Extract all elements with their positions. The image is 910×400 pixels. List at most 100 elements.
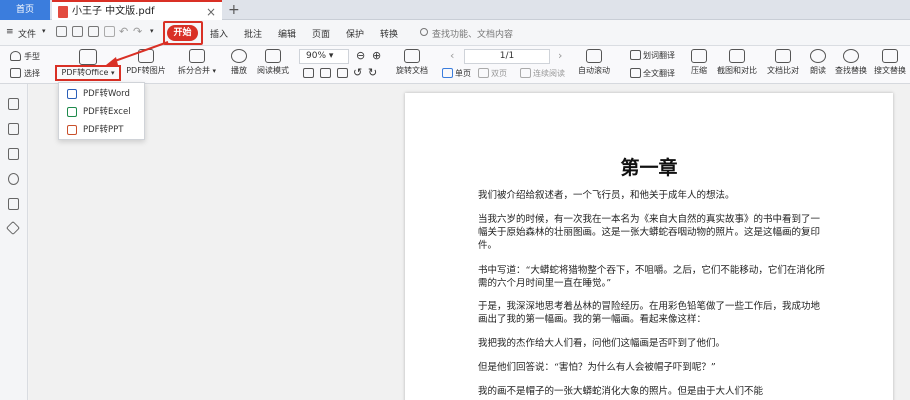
search-icon: [843, 49, 859, 63]
select-tool[interactable]: 选择: [24, 68, 40, 79]
pdf-to-office-highlight-box: [55, 65, 121, 81]
print-icon[interactable]: [88, 26, 99, 37]
screenshot-compare-button[interactable]: 截图和对比: [715, 49, 759, 76]
next-page-icon[interactable]: ›: [558, 49, 562, 62]
pdf-to-image-label: PDF转图片: [126, 66, 166, 75]
ppt-icon: [67, 125, 77, 135]
menu-page[interactable]: 页面: [312, 27, 330, 40]
play-label: 播放: [231, 66, 247, 75]
auto-scroll-label: 自动滚动: [578, 66, 610, 75]
tab-home[interactable]: 首页: [0, 0, 50, 20]
zoom-select[interactable]: 90% ▾: [299, 49, 349, 64]
pdf-convert-icon: [79, 49, 97, 65]
zoom-value: 90%: [306, 51, 327, 61]
tab-document[interactable]: 小王子 中文版.pdf ×: [52, 0, 222, 20]
translate-full-button[interactable]: 全文翻译: [643, 68, 675, 79]
pdf-to-image-button[interactable]: PDF转图片: [124, 49, 168, 76]
layers-icon[interactable]: [5, 220, 21, 236]
menu-edit[interactable]: 编辑: [278, 27, 296, 40]
document-page: 第一章 我们被介绍给叙述者，一个飞行员，和他关于成年人的想法。 当我六岁的时候，…: [405, 93, 893, 400]
single-page-icon: [442, 68, 453, 78]
bookmark-icon[interactable]: [8, 98, 19, 110]
paragraph: 当我六岁的时候，有一次我在一本名为《来自大自然的真实故事》的书中看到了一幅关于原…: [478, 214, 821, 251]
quick-tool-icon[interactable]: [104, 26, 115, 37]
read-aloud-button[interactable]: 朗读: [806, 49, 830, 76]
dropdown-item-pdf-to-ppt[interactable]: PDF转PPT: [59, 121, 144, 139]
chevron-down-icon[interactable]: ▾: [150, 27, 154, 35]
redo-icon[interactable]: ↷: [133, 25, 142, 38]
compress-button[interactable]: 压缩: [686, 49, 712, 76]
zoom-out-icon[interactable]: ⊖: [356, 49, 365, 62]
split-merge-label: 拆分合并: [177, 66, 210, 75]
cursor-icon: [10, 68, 21, 78]
search-replace-button[interactable]: 搜文替换: [872, 49, 908, 76]
chevron-down-icon[interactable]: ▾: [42, 27, 46, 35]
paragraph: 我们被介绍给叙述者，一个飞行员，和他关于成年人的想法。: [478, 190, 735, 201]
paragraph: 我把我的杰作给大人们看，问他们这幅画是否吓到了他们。: [478, 338, 726, 349]
attachment-icon[interactable]: [8, 173, 19, 185]
double-page-icon: [478, 68, 489, 78]
comment-icon[interactable]: [8, 148, 19, 160]
auto-scroll-button[interactable]: 自动滚动: [574, 49, 614, 76]
undo-icon[interactable]: ↶: [119, 25, 128, 38]
text-compare-label: 文档比对: [767, 66, 799, 75]
speaker-icon: [810, 49, 826, 63]
dropdown-item-pdf-to-word[interactable]: PDF转Word: [59, 85, 144, 103]
signature-icon[interactable]: [8, 198, 19, 210]
menu-convert[interactable]: 转换: [380, 27, 398, 40]
dropdown-item-pdf-to-excel[interactable]: PDF转Excel: [59, 103, 144, 121]
scroll-icon: [586, 49, 602, 63]
close-icon[interactable]: ×: [206, 2, 216, 22]
prev-page-icon[interactable]: ‹: [450, 49, 454, 62]
paragraph: 书中写道：“大蟒蛇将猎物整个吞下，不咀嚼。之后，它们不能移动，它们在消化所需的六…: [478, 265, 825, 289]
menu-bar: ≡ 文件 ▾ ↶ ↷ ▾ 开始 插入 批注 编辑 页面 保护 转换 查找功能、文…: [0, 20, 910, 46]
single-page-button[interactable]: 单页: [455, 68, 471, 79]
rotate-left-icon[interactable]: ↺: [353, 66, 362, 79]
rotate-doc-icon: [404, 49, 420, 63]
app-window: 首页 小王子 中文版.pdf × + ≡ 文件 ▾ ↶ ↷ ▾ 开始 插入 批注…: [0, 0, 910, 400]
find-replace-button[interactable]: 查找替换: [833, 49, 869, 76]
left-sidebar: [0, 84, 28, 400]
read-mode-label: 阅读模式: [257, 66, 289, 75]
page-input[interactable]: 1/1: [464, 49, 550, 64]
read-mode-button[interactable]: 阅读模式: [254, 49, 292, 76]
search-input[interactable]: 查找功能、文档内容: [432, 27, 513, 40]
fit-width-icon[interactable]: [320, 68, 331, 78]
zoom-in-icon[interactable]: ⊕: [372, 49, 381, 62]
translate-word-button[interactable]: 划词翻译: [643, 50, 675, 61]
rotate-document-button[interactable]: 旋转文档: [394, 49, 430, 76]
continuous-icon: [520, 68, 531, 78]
menu-protect[interactable]: 保护: [346, 27, 364, 40]
play-icon: [231, 49, 247, 63]
continuous-read-button[interactable]: 连续阅读: [533, 68, 565, 79]
read-aloud-label: 朗读: [810, 66, 826, 75]
menu-annotate[interactable]: 批注: [244, 27, 262, 40]
fit-page-icon[interactable]: [303, 68, 314, 78]
menu-file[interactable]: 文件: [18, 27, 36, 40]
open-folder-icon[interactable]: [56, 26, 67, 37]
start-highlight-box: [163, 21, 203, 45]
paragraph: 于是，我深深地思考着丛林的冒险经历。在用彩色铅笔做了一些工作后，我成功地画出了我…: [478, 301, 821, 325]
split-merge-button[interactable]: 拆分合并 ▾: [174, 49, 220, 76]
dropdown-item-label: PDF转PPT: [83, 125, 124, 135]
hamburger-icon[interactable]: ≡: [6, 27, 14, 37]
compress-icon: [691, 49, 707, 63]
thumbnail-icon[interactable]: [8, 123, 19, 135]
image-icon: [138, 49, 154, 63]
add-tab-icon[interactable]: +: [228, 0, 240, 20]
menu-insert[interactable]: 插入: [210, 27, 228, 40]
ribbon-toolbar: 手型 选择 PDF转Office ▾ PDF转图片 拆分合并 ▾ 播放 阅读模式…: [0, 46, 910, 84]
pdf-to-office-dropdown: PDF转Word PDF转Excel PDF转PPT: [58, 82, 145, 140]
text-compare-button[interactable]: 文档比对: [764, 49, 802, 76]
save-icon[interactable]: [72, 26, 83, 37]
excel-icon: [67, 107, 77, 117]
play-button[interactable]: 播放: [226, 49, 252, 76]
paragraph: 但是他们回答说：“害怕？为什么有人会被帽子吓到呢？”: [478, 362, 716, 373]
hand-icon: [10, 51, 21, 61]
translate-full-icon: [630, 68, 641, 78]
screenshot-compare-label: 截图和对比: [717, 66, 757, 75]
double-page-button[interactable]: 双页: [491, 68, 507, 79]
actual-size-icon[interactable]: [337, 68, 348, 78]
hand-tool[interactable]: 手型: [24, 51, 40, 62]
rotate-right-icon[interactable]: ↻: [368, 66, 377, 79]
